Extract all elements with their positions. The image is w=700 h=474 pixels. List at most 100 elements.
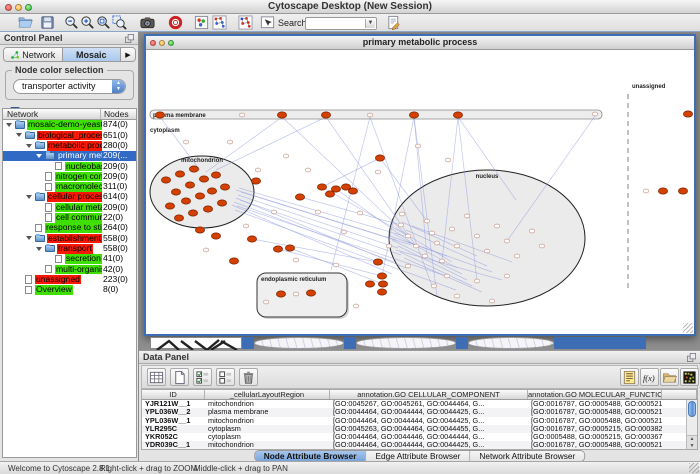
network-node-small[interactable]: [341, 230, 347, 234]
compartment-plasma-membrane[interactable]: [150, 110, 602, 119]
network-node[interactable]: [189, 166, 198, 172]
network-node-small[interactable]: [305, 168, 311, 172]
network-edge[interactable]: [206, 117, 282, 172]
network-node-small[interactable]: [494, 224, 500, 228]
network-node-small[interactable]: [434, 241, 440, 245]
table-row[interactable]: YJR121W__1mitochondrion[GO:0045267, GO:0…: [142, 400, 686, 408]
tree-row[interactable]: mosaic-demo-yeast874(0): [3, 120, 136, 130]
open-session-icon[interactable]: [18, 15, 33, 30]
network-node[interactable]: [321, 112, 330, 118]
network-node[interactable]: [220, 184, 229, 190]
network-merge-icon[interactable]: [212, 15, 227, 30]
network-node[interactable]: [195, 227, 204, 233]
table-column-header[interactable]: annotation.GO CELLULAR_COMPONENT: [330, 390, 528, 399]
tree-expand-icon[interactable]: [26, 195, 32, 199]
network-node[interactable]: [188, 210, 197, 216]
tree-row[interactable]: macromolecule311(0): [3, 182, 136, 192]
more-tabs-button[interactable]: ▶: [121, 48, 135, 61]
snapshot-icon[interactable]: [140, 15, 155, 30]
app-resize-grip[interactable]: [689, 463, 699, 473]
network-node-small[interactable]: [643, 189, 649, 193]
network-node[interactable]: [229, 258, 238, 264]
network-node-small[interactable]: [405, 234, 411, 238]
help-icon[interactable]: [168, 15, 183, 30]
network-node-small[interactable]: [489, 299, 495, 303]
network-node-small[interactable]: [445, 158, 451, 162]
network-node[interactable]: [348, 188, 357, 194]
network-node[interactable]: [285, 245, 294, 251]
network-node[interactable]: [373, 259, 382, 265]
tree-row[interactable]: unassigned223(0): [3, 274, 136, 284]
network-node[interactable]: [377, 289, 386, 295]
network-node-small[interactable]: [415, 144, 421, 148]
tree-expand-icon[interactable]: [6, 123, 12, 127]
network-node[interactable]: [207, 188, 216, 194]
network-edge[interactable]: [236, 198, 406, 268]
network-node-small[interactable]: [227, 140, 233, 144]
network-node[interactable]: [295, 194, 304, 200]
network-node-small[interactable]: [239, 113, 245, 117]
network-node[interactable]: [185, 182, 194, 188]
network-node[interactable]: [211, 233, 220, 239]
network-node[interactable]: [199, 176, 208, 182]
network-node[interactable]: [175, 171, 184, 177]
network-node[interactable]: [174, 215, 183, 221]
background-window-fragment[interactable]: [356, 337, 456, 349]
network-node[interactable]: [251, 178, 260, 184]
network-node-small[interactable]: [203, 248, 209, 252]
tree-row[interactable]: transport558(0): [3, 244, 136, 254]
table-column-header[interactable]: ID: [142, 390, 205, 399]
network-node[interactable]: [217, 200, 226, 206]
create-attribute-icon[interactable]: [170, 368, 189, 386]
network-node-small[interactable]: [386, 244, 392, 248]
zoom-fit-icon[interactable]: [96, 15, 111, 30]
node-color-dropdown[interactable]: transporter activity ▲▼: [13, 79, 126, 94]
network-node-small[interactable]: [357, 211, 363, 215]
network-node-small[interactable]: [315, 210, 321, 214]
network-node[interactable]: [378, 281, 387, 287]
network-node-small[interactable]: [424, 219, 430, 223]
background-window-fragment[interactable]: [150, 337, 242, 349]
network-node[interactable]: [306, 290, 315, 296]
network-node-small[interactable]: [243, 224, 249, 228]
network-tree-header[interactable]: Network Nodes: [3, 109, 136, 120]
vizmapper-icon[interactable]: [194, 15, 209, 30]
network-node[interactable]: [678, 188, 687, 194]
background-window-fragment[interactable]: [554, 337, 646, 349]
table-row[interactable]: YPL036W__2plasma membrane[GO:0044464, GO…: [142, 408, 686, 416]
network-node[interactable]: [365, 281, 374, 287]
unselect-attributes-icon[interactable]: [216, 368, 235, 386]
network-node[interactable]: [409, 112, 418, 118]
network-node-small[interactable]: [474, 234, 480, 238]
network-node-small[interactable]: [504, 274, 510, 278]
network-node-small[interactable]: [333, 263, 339, 267]
tab-network-attribute-browser[interactable]: Network Attribute Browser: [470, 451, 584, 461]
network-node[interactable]: [247, 236, 256, 242]
network-edge[interactable]: [241, 192, 411, 245]
network-window-titlebar[interactable]: primary metabolic process: [146, 36, 694, 50]
float-panel-icon[interactable]: [124, 33, 135, 44]
tab-node-attribute-browser[interactable]: Node Attribute Browser: [255, 451, 367, 461]
network-node-small[interactable]: [454, 244, 460, 248]
float-panel-icon[interactable]: [686, 352, 697, 363]
save-session-icon[interactable]: [40, 15, 55, 30]
network-node-small[interactable]: [529, 229, 535, 233]
network-node-small[interactable]: [263, 300, 269, 304]
matrix-icon[interactable]: [680, 368, 699, 386]
network-node-small[interactable]: [183, 140, 189, 144]
network-node-small[interactable]: [449, 227, 455, 231]
network-node-small[interactable]: [293, 292, 299, 296]
network-node-small[interactable]: [454, 294, 460, 298]
tree-row[interactable]: biological_process651(0): [3, 130, 136, 140]
network-node[interactable]: [171, 189, 180, 195]
table-row[interactable]: YPL036W__1mitochondrion[GO:0044464, GO:0…: [142, 417, 686, 425]
search-dropdown-icon[interactable]: ▼: [365, 19, 375, 28]
tree-row[interactable]: metabolic process280(0): [3, 141, 136, 151]
network-edge[interactable]: [322, 158, 380, 187]
network-node-small[interactable]: [375, 170, 381, 174]
network-window[interactable]: primary metabolic process plasma membran…: [144, 34, 696, 336]
network-node-small[interactable]: [429, 231, 435, 235]
tree-row[interactable]: primary metabolic process209(...: [3, 151, 136, 161]
tree-row[interactable]: cell communicat22(0): [3, 213, 136, 223]
network-node[interactable]: [211, 172, 220, 178]
